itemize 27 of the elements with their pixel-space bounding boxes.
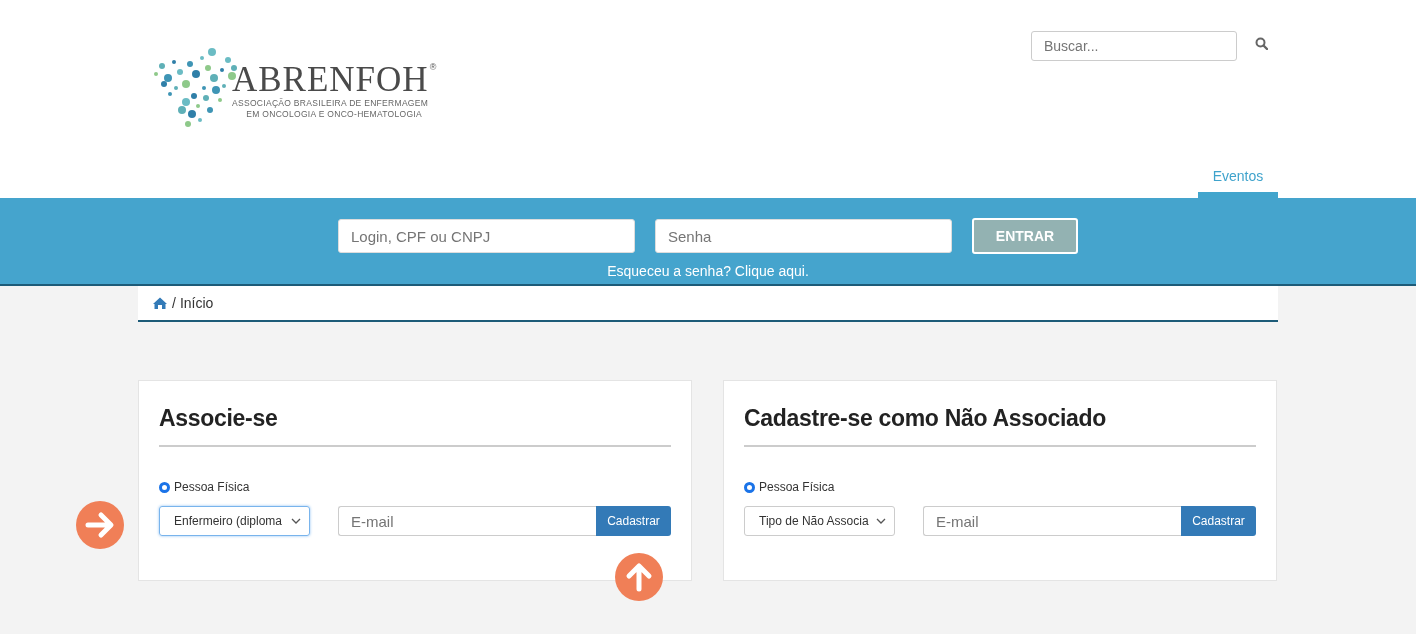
card-title: Associe-se — [159, 381, 671, 447]
radio-label: Pessoa Física — [174, 480, 250, 494]
radio-button[interactable] — [159, 481, 170, 493]
login-field[interactable]: Login, CPF ou CNPJ — [338, 219, 635, 253]
email-field[interactable]: E-mail — [923, 506, 1181, 536]
logo-name: ABRENFOH — [232, 62, 429, 98]
breadcrumb-separator: / — [172, 295, 176, 311]
registered-mark: ® — [429, 62, 437, 72]
chevron-down-icon — [291, 518, 301, 524]
radio-button[interactable] — [744, 481, 755, 493]
home-icon — [152, 296, 168, 310]
register-button[interactable]: Cadastrar — [596, 506, 671, 536]
search-icon — [1255, 36, 1268, 50]
email-field[interactable]: E-mail — [338, 506, 596, 536]
register-button[interactable]: Cadastrar — [1181, 506, 1256, 536]
type-select[interactable]: Enfermeiro (diploma — [159, 506, 310, 536]
radio-label: Pessoa Física — [759, 480, 835, 494]
card-title: Cadastre-se como Não Associado — [744, 381, 1256, 447]
search-field[interactable]: Buscar... — [1031, 31, 1237, 61]
arrow-right-marker-icon — [76, 501, 124, 549]
chevron-down-icon — [876, 518, 886, 524]
logo-subtitle: ASSOCIAÇÃO BRASILEIRA DE ENFERMAGEM — [232, 98, 430, 109]
password-field[interactable]: Senha — [655, 219, 952, 253]
forgot-password-link[interactable]: Esqueceu a senha? Clique aqui. — [607, 263, 809, 279]
breadcrumb-link[interactable]: Início — [179, 295, 214, 311]
type-select[interactable]: Tipo de Não Associa — [744, 506, 895, 536]
logo-subtitle: EM ONCOLOGIA E ONCO-HEMATOLOGIA — [245, 109, 423, 120]
